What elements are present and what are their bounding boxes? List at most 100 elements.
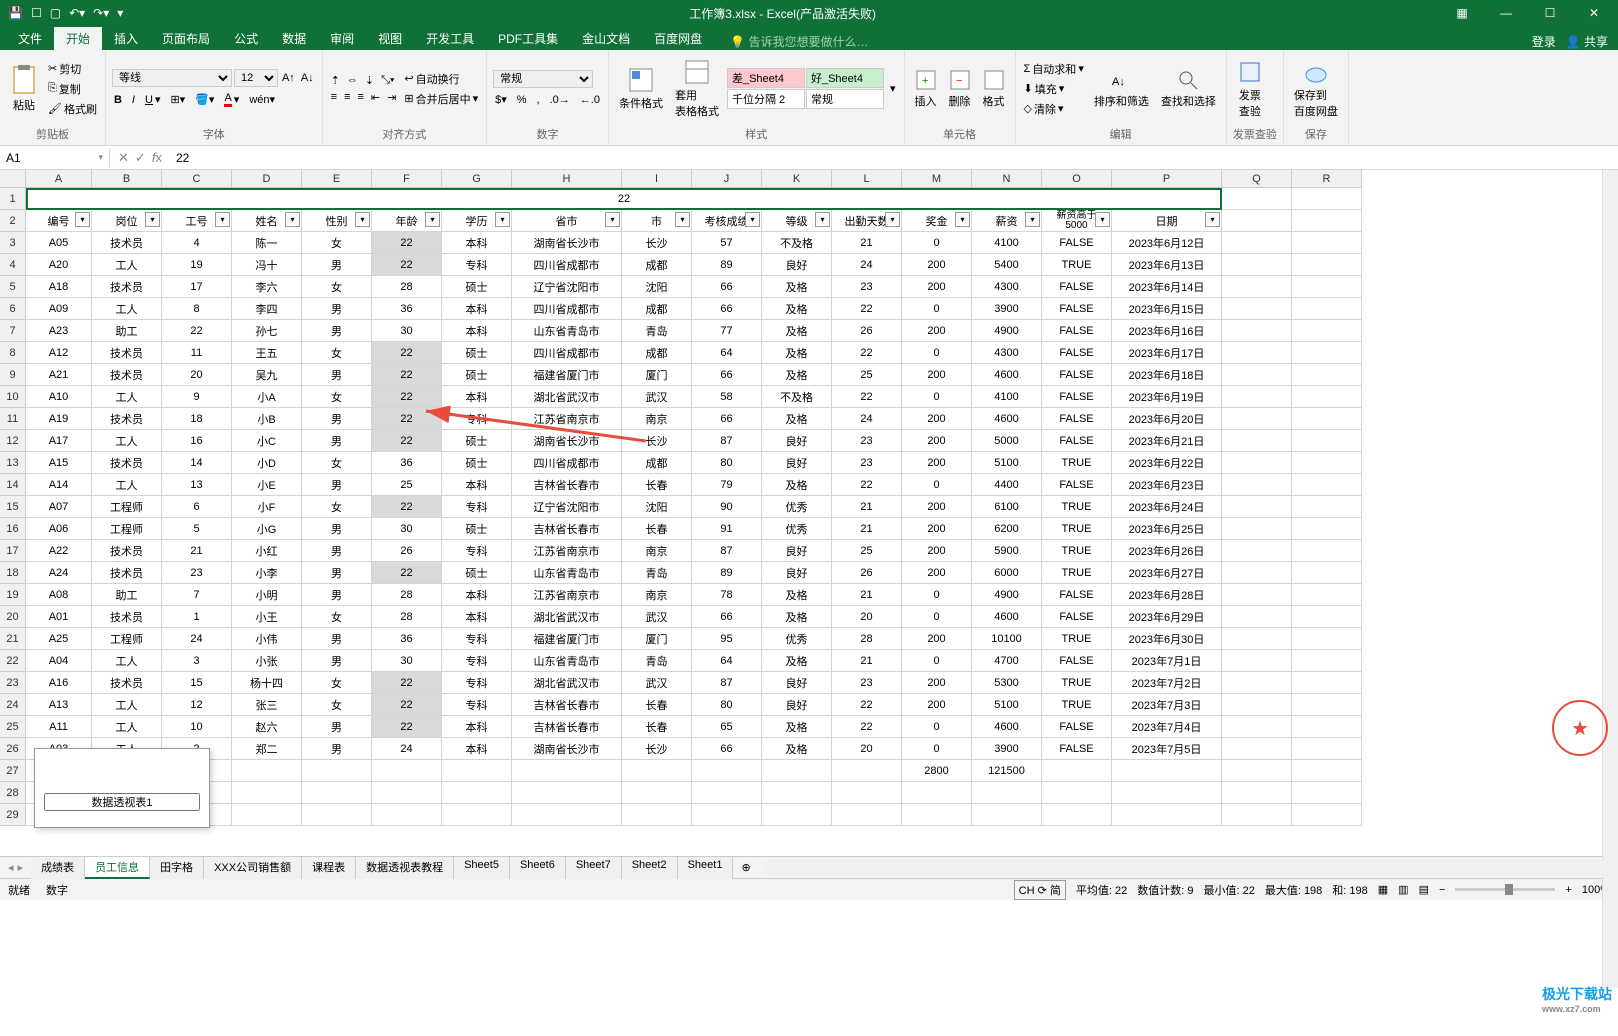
cell[interactable]: 成都: [622, 254, 692, 276]
cell[interactable]: 女: [302, 232, 372, 254]
cell[interactable]: 4600: [972, 716, 1042, 738]
cell[interactable]: 200: [902, 254, 972, 276]
cell[interactable]: 22: [372, 716, 442, 738]
cell[interactable]: [1042, 804, 1112, 826]
cell[interactable]: 专科: [442, 496, 512, 518]
cell[interactable]: 6200: [972, 518, 1042, 540]
cell[interactable]: 南京: [622, 540, 692, 562]
cell[interactable]: 2023年6月27日: [1112, 562, 1222, 584]
zoom-in-icon[interactable]: +: [1565, 884, 1571, 896]
cell[interactable]: [1222, 804, 1292, 826]
cell[interactable]: 22: [372, 562, 442, 584]
cell[interactable]: 本科: [442, 738, 512, 760]
cell[interactable]: [512, 804, 622, 826]
cell[interactable]: 助工: [92, 320, 162, 342]
cell[interactable]: 小王: [232, 606, 302, 628]
cell[interactable]: 长沙: [622, 738, 692, 760]
cell[interactable]: 28: [372, 276, 442, 298]
cell[interactable]: 66: [692, 298, 762, 320]
cell[interactable]: FALSE: [1042, 386, 1112, 408]
cell[interactable]: 长春: [622, 716, 692, 738]
cell[interactable]: 4300: [972, 342, 1042, 364]
cell[interactable]: 6: [162, 496, 232, 518]
cell[interactable]: 13: [162, 474, 232, 496]
cell[interactable]: 小明: [232, 584, 302, 606]
cell[interactable]: 技术员: [92, 276, 162, 298]
col-header-A[interactable]: A: [26, 170, 92, 188]
tab-home[interactable]: 开始: [54, 27, 102, 50]
paste-button[interactable]: 粘贴: [6, 52, 42, 125]
col-header-E[interactable]: E: [302, 170, 372, 188]
cell[interactable]: [1222, 650, 1292, 672]
cell[interactable]: [1292, 188, 1362, 210]
sheet-tab-Sheet2[interactable]: Sheet2: [622, 857, 678, 879]
cell[interactable]: 5100: [972, 694, 1042, 716]
cell[interactable]: 28: [832, 628, 902, 650]
cell[interactable]: [1292, 562, 1362, 584]
cell[interactable]: 121500: [972, 760, 1042, 782]
col-header-G[interactable]: G: [442, 170, 512, 188]
cell[interactable]: [1222, 474, 1292, 496]
cell[interactable]: [1292, 716, 1362, 738]
cell[interactable]: 22: [832, 694, 902, 716]
cell[interactable]: 20: [162, 364, 232, 386]
cell[interactable]: 技术员: [92, 232, 162, 254]
cell[interactable]: 22: [832, 386, 902, 408]
comma-icon[interactable]: ,: [535, 92, 542, 107]
cell[interactable]: [1222, 320, 1292, 342]
touch-mode-icon[interactable]: ☐: [31, 6, 42, 20]
cell[interactable]: 技术员: [92, 540, 162, 562]
cell[interactable]: 200: [902, 562, 972, 584]
row-header-13[interactable]: 13: [0, 452, 26, 474]
cell[interactable]: [1042, 760, 1112, 782]
cell[interactable]: FALSE: [1042, 276, 1112, 298]
cell[interactable]: 20: [832, 606, 902, 628]
cell[interactable]: [762, 782, 832, 804]
autosum-button[interactable]: Σ 自动求和 ▾: [1022, 60, 1086, 78]
cell[interactable]: 年龄▾: [372, 210, 442, 232]
cell[interactable]: 2023年6月16日: [1112, 320, 1222, 342]
cell[interactable]: 2023年6月20日: [1112, 408, 1222, 430]
cell[interactable]: 及格: [762, 320, 832, 342]
cell[interactable]: 山东省青岛市: [512, 562, 622, 584]
cell[interactable]: 薪资高于5000▾: [1042, 210, 1112, 232]
align-left-icon[interactable]: ≡: [329, 90, 339, 105]
cell[interactable]: 吉林省长春市: [512, 694, 622, 716]
cell[interactable]: TRUE: [1042, 694, 1112, 716]
cell[interactable]: 4100: [972, 232, 1042, 254]
cell[interactable]: 青岛: [622, 320, 692, 342]
cell-style-normal[interactable]: 常规: [806, 89, 884, 109]
cell[interactable]: 22: [372, 694, 442, 716]
cell[interactable]: 及格: [762, 738, 832, 760]
cell[interactable]: 小A: [232, 386, 302, 408]
cell[interactable]: 0: [902, 386, 972, 408]
cell[interactable]: 男: [302, 584, 372, 606]
decrease-font-icon[interactable]: A↓: [299, 69, 316, 87]
tab-layout[interactable]: 页面布局: [150, 27, 222, 50]
cell[interactable]: 沈阳: [622, 496, 692, 518]
cell[interactable]: FALSE: [1042, 430, 1112, 452]
cell[interactable]: [1222, 606, 1292, 628]
sheet-nav-first-icon[interactable]: ◂: [8, 861, 14, 874]
cell[interactable]: A24: [26, 562, 92, 584]
cell[interactable]: 2023年7月3日: [1112, 694, 1222, 716]
cell[interactable]: 6000: [972, 562, 1042, 584]
cell[interactable]: 5000: [972, 430, 1042, 452]
name-box[interactable]: A1: [0, 149, 110, 167]
cell[interactable]: [1292, 672, 1362, 694]
cell[interactable]: 薪资▾: [972, 210, 1042, 232]
cell[interactable]: 吉林省长春市: [512, 716, 622, 738]
cell[interactable]: 8: [162, 298, 232, 320]
currency-icon[interactable]: $▾: [493, 92, 509, 107]
cell[interactable]: 16: [162, 430, 232, 452]
cell[interactable]: [1292, 408, 1362, 430]
cell[interactable]: 21: [832, 518, 902, 540]
cell[interactable]: 2023年7月4日: [1112, 716, 1222, 738]
cell[interactable]: 22: [372, 386, 442, 408]
filter-icon[interactable]: ▾: [145, 212, 160, 227]
cell[interactable]: 男: [302, 474, 372, 496]
cell[interactable]: FALSE: [1042, 716, 1112, 738]
cell[interactable]: [372, 760, 442, 782]
ime-indicator[interactable]: CH ⟳ 简: [1014, 880, 1066, 900]
cell[interactable]: 4300: [972, 276, 1042, 298]
